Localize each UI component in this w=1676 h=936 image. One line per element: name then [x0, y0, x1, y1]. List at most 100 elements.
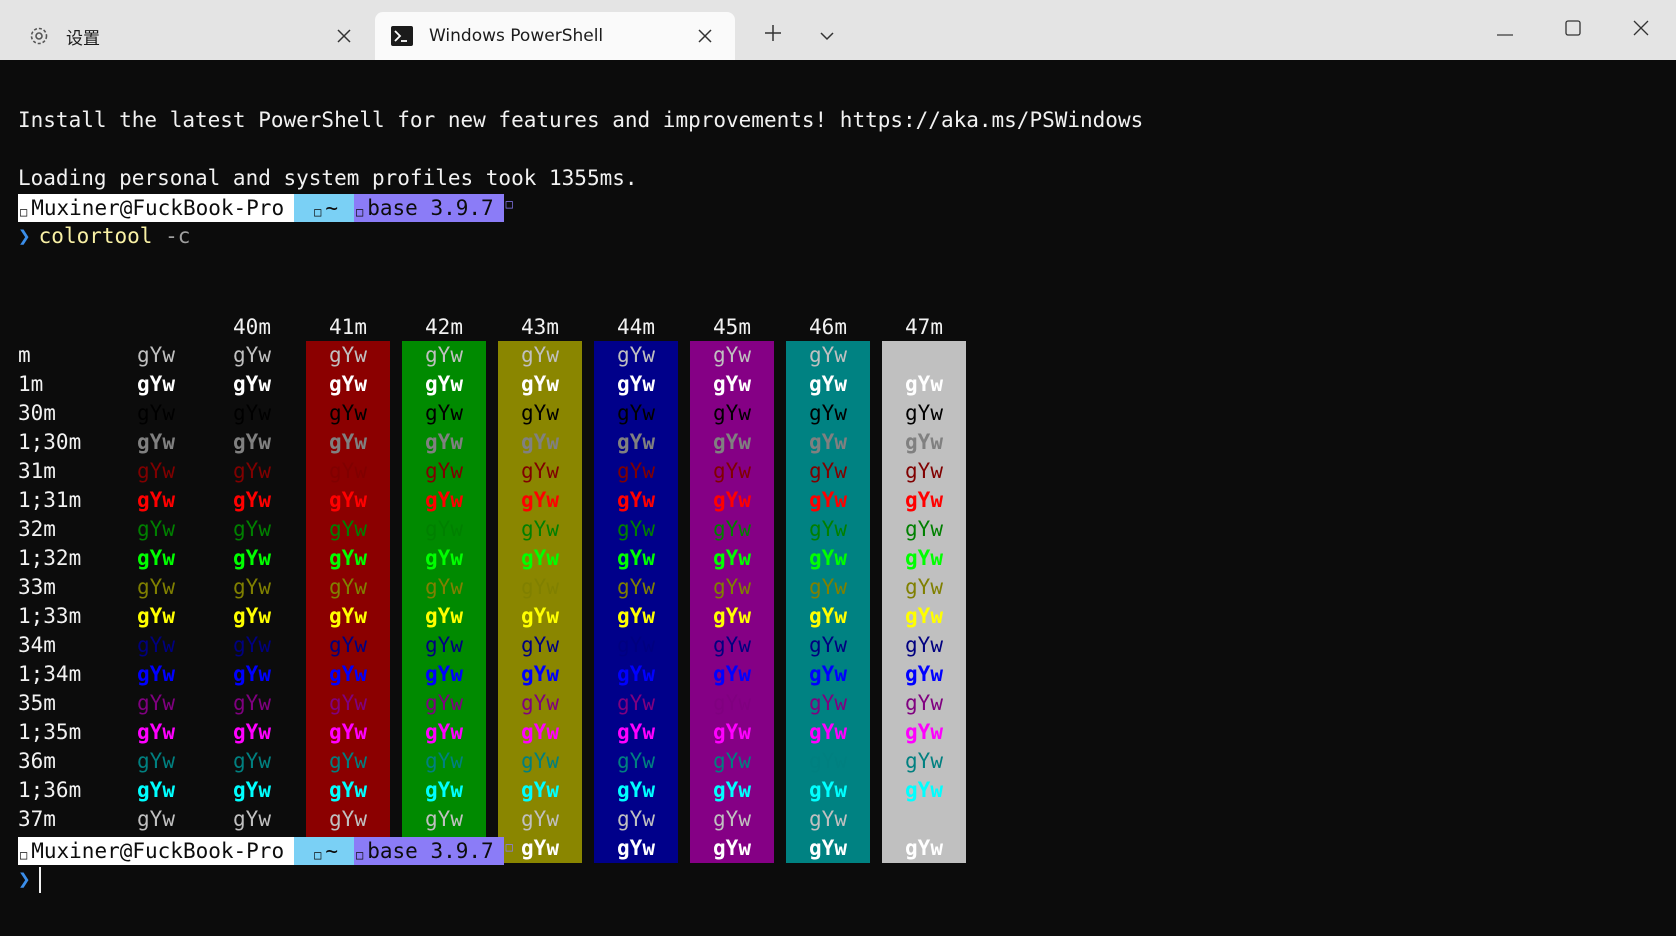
prompt-user: Muxiner@FuckBook-Pro: [31, 196, 285, 220]
sample-cell: gYw: [713, 488, 751, 512]
sample-cell: gYw: [425, 720, 463, 744]
sample-cell: gYw: [905, 517, 943, 541]
sample-cell: gYw: [521, 807, 559, 831]
sample-cell: gYw: [233, 604, 271, 628]
sample-cell: gYw: [233, 343, 271, 367]
sample-cell: gYw: [905, 633, 943, 657]
sample-cell: gYw: [713, 604, 751, 628]
sample-cell: gYw: [521, 633, 559, 657]
prompt-env-segment: □ base 3.9.7: [354, 837, 504, 865]
sample-cell: gYw: [617, 459, 655, 483]
sample-cell: gYw: [233, 430, 271, 454]
column-header: 43m: [521, 315, 559, 339]
sample-cell: gYw: [137, 749, 175, 773]
sample-cell: gYw: [905, 372, 943, 396]
sample-cell: gYw: [425, 662, 463, 686]
powerline-glyph-icon: □: [20, 205, 28, 219]
sample-cell: gYw: [809, 691, 847, 715]
sample-cell: gYw: [137, 488, 175, 512]
sample-cell: gYw: [713, 720, 751, 744]
sample-cell: gYw: [425, 778, 463, 802]
tab-windows-powershell[interactable]: Windows PowerShell: [375, 12, 735, 60]
sample-cell: gYw: [425, 430, 463, 454]
column-header: 47m: [905, 315, 943, 339]
sample-cell: gYw: [233, 662, 271, 686]
sample-cell: gYw: [329, 662, 367, 686]
sample-cell: gYw: [137, 604, 175, 628]
prompt-line: □ Muxiner@FuckBook-Pro □ ~ □ base 3.9.7 □: [18, 837, 513, 865]
sample-cell: gYw: [521, 401, 559, 425]
column-header: 46m: [809, 315, 847, 339]
sample-cell: gYw: [233, 807, 271, 831]
sample-cell: gYw: [233, 459, 271, 483]
sample-cell: gYw: [425, 807, 463, 831]
sample-cell: gYw: [809, 575, 847, 599]
row-label: 1;33m: [18, 604, 82, 628]
sample-cell: gYw: [329, 691, 367, 715]
sample-cell: gYw: [137, 401, 175, 425]
close-window-button[interactable]: [1616, 8, 1666, 52]
sample-cell: gYw: [521, 575, 559, 599]
sample-cell: gYw: [233, 691, 271, 715]
sample-cell: gYw: [425, 546, 463, 570]
sample-cell: gYw: [521, 372, 559, 396]
sample-cell: gYw: [809, 778, 847, 802]
sample-cell: gYw: [905, 720, 943, 744]
sample-cell: gYw: [713, 633, 751, 657]
sample-cell: gYw: [329, 604, 367, 628]
close-tab-icon[interactable]: [332, 24, 356, 48]
loading-message: Loading personal and system profiles too…: [18, 166, 638, 190]
sample-cell: gYw: [233, 401, 271, 425]
sample-cell: gYw: [521, 691, 559, 715]
sample-cell: gYw: [329, 807, 367, 831]
sample-cell: gYw: [233, 575, 271, 599]
sample-cell: gYw: [905, 343, 943, 367]
close-tab-icon[interactable]: [693, 24, 717, 48]
tab-dropdown-button[interactable]: [812, 20, 842, 50]
sample-cell: gYw: [521, 343, 559, 367]
sample-cell: gYw: [713, 430, 751, 454]
sample-cell: gYw: [137, 546, 175, 570]
prompt-env-segment: □ base 3.9.7: [354, 194, 504, 222]
sample-cell: gYw: [233, 488, 271, 512]
sample-cell: gYw: [905, 604, 943, 628]
sample-cell: gYw: [617, 372, 655, 396]
terminal-pane[interactable]: Install the latest PowerShell for new fe…: [0, 60, 1676, 936]
sample-cell: gYw: [809, 604, 847, 628]
input-line[interactable]: ❯: [18, 865, 41, 894]
prompt-home: ~: [325, 196, 338, 220]
sample-cell: gYw: [521, 459, 559, 483]
sample-cell: gYw: [809, 488, 847, 512]
sample-cell: gYw: [713, 372, 751, 396]
sample-cell: gYw: [713, 662, 751, 686]
prompt-home-segment: □ ~: [294, 194, 354, 222]
terminal-icon: [389, 23, 415, 49]
sample-cell: gYw: [617, 343, 655, 367]
sample-cell: gYw: [713, 459, 751, 483]
sample-cell: gYw: [329, 633, 367, 657]
sample-cell: gYw: [329, 778, 367, 802]
text-cursor: [38, 867, 41, 893]
sample-cell: gYw: [329, 459, 367, 483]
gear-icon: [26, 23, 52, 49]
column-header: 42m: [425, 315, 463, 339]
sample-cell: gYw: [233, 749, 271, 773]
sample-cell: gYw: [329, 430, 367, 454]
prompt-home-segment: □ ~: [294, 837, 354, 865]
sample-cell: gYw: [617, 691, 655, 715]
minimize-button[interactable]: [1480, 8, 1530, 52]
row-label: 1;36m: [18, 778, 82, 802]
sample-cell: gYw: [521, 604, 559, 628]
sample-cell: gYw: [809, 546, 847, 570]
sample-cell: gYw: [905, 459, 943, 483]
maximize-button[interactable]: [1548, 8, 1598, 52]
tab-settings[interactable]: 设置: [0, 12, 374, 60]
sample-cell: gYw: [137, 633, 175, 657]
sample-cell: gYw: [137, 430, 175, 454]
new-tab-button[interactable]: [758, 20, 788, 50]
sample-cell: gYw: [521, 778, 559, 802]
sample-cell: gYw: [905, 575, 943, 599]
sample-cell: gYw: [809, 662, 847, 686]
sample-cell: gYw: [425, 749, 463, 773]
sample-cell: gYw: [809, 459, 847, 483]
